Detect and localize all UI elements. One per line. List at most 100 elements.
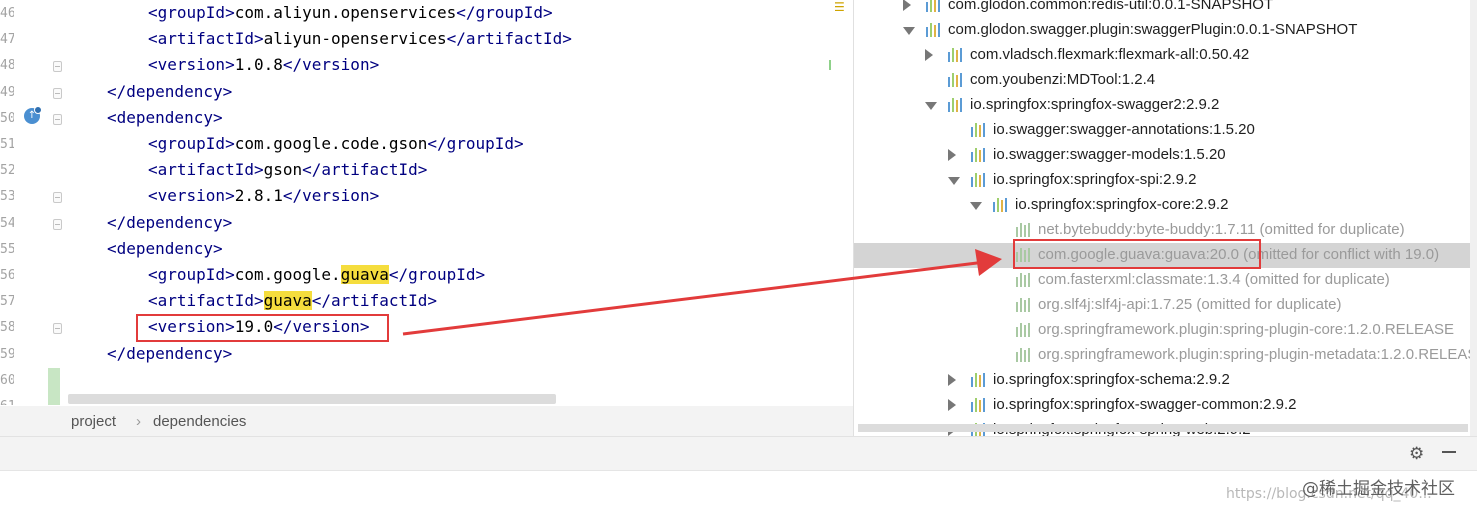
- library-icon: [1016, 323, 1032, 337]
- xml-text: com.google.code.gson: [234, 134, 428, 153]
- code-line[interactable]: <dependency>: [107, 238, 223, 260]
- minus-icon[interactable]: [1442, 451, 1456, 453]
- tree-row[interactable]: org.slf4j:slf4j-api:1.7.25 (omitted for …: [854, 293, 1477, 318]
- line-number: 57: [0, 294, 14, 310]
- dependency-tree[interactable]: com.glodon.common:redis-util:0.0.1-SNAPS…: [853, 0, 1477, 436]
- warning-marker-icon[interactable]: ☰: [834, 0, 848, 14]
- search-highlight: guava: [263, 291, 312, 311]
- code-line[interactable]: </dependency>: [107, 81, 232, 103]
- xml-tag: <groupId>: [148, 134, 235, 153]
- library-icon: [926, 0, 942, 12]
- chevron-right-icon[interactable]: [948, 399, 956, 411]
- xml-tag: </version>: [282, 186, 380, 206]
- line-number: 47: [0, 32, 14, 48]
- code-line[interactable]: <groupId>com.google.guava</groupId>: [148, 264, 485, 286]
- xml-text: 2.8.1: [234, 186, 283, 206]
- chevron-right-icon[interactable]: [925, 49, 933, 61]
- line-number: 51: [0, 137, 14, 152]
- breadcrumb-item-project[interactable]: project: [71, 413, 116, 430]
- tree-row[interactable]: io.springfox:springfox-swagger2:2.9.2: [854, 93, 1477, 118]
- chevron-down-icon[interactable]: [970, 202, 982, 210]
- tree-row-label: com.vladsch.flexmark:flexmark-all:0.50.4…: [970, 46, 1250, 63]
- tree-vertical-scrollbar[interactable]: [1470, 0, 1477, 436]
- tree-row-label: org.springframework.plugin:spring-plugin…: [1038, 346, 1477, 363]
- xml-tag: <dependency>: [107, 238, 223, 258]
- tree-row-label: io.springfox:springfox-core:2.9.2: [1015, 196, 1229, 213]
- xml-tag: <version>: [148, 186, 235, 206]
- library-icon: [926, 23, 942, 37]
- line-number: 50: [0, 110, 14, 126]
- code-line[interactable]: </dependency>: [107, 343, 232, 365]
- library-icon: [1016, 223, 1032, 237]
- library-icon: [1016, 298, 1032, 312]
- code-line[interactable]: <artifactId>gson</artifactId>: [148, 159, 427, 181]
- tree-row[interactable]: com.youbenzi:MDTool:1.2.4: [854, 68, 1477, 93]
- tree-row[interactable]: io.swagger:swagger-annotations:1.5.20: [854, 118, 1477, 143]
- editor-horizontal-scrollbar[interactable]: [68, 394, 556, 404]
- fold-marker-icon[interactable]: [53, 323, 62, 335]
- tree-row[interactable]: com.glodon.common:redis-util:0.0.1-SNAPS…: [854, 0, 1477, 18]
- xml-tag: </groupId>: [388, 265, 486, 284]
- line-number: 48: [0, 58, 14, 74]
- tree-row[interactable]: io.springfox:springfox-spi:2.9.2: [854, 168, 1477, 193]
- xml-tag: </version>: [282, 55, 380, 75]
- code-line[interactable]: <version>1.0.8</version>: [148, 54, 379, 76]
- fold-marker-icon[interactable]: [53, 61, 62, 73]
- watermark-brand: @稀土掘金技术社区: [1302, 479, 1455, 499]
- library-icon: [948, 73, 964, 87]
- code-line[interactable]: <artifactId>guava</artifactId>: [148, 290, 437, 312]
- xml-tag: </artifactId>: [311, 291, 437, 311]
- chevron-down-icon[interactable]: [903, 27, 915, 35]
- xml-text: gson: [263, 160, 303, 180]
- chevron-right-icon[interactable]: [903, 0, 911, 11]
- tree-row-label: io.swagger:swagger-models:1.5.20: [993, 146, 1226, 163]
- line-number: 59: [0, 346, 14, 362]
- xml-tag: <artifactId>: [148, 291, 264, 311]
- tree-row-label: com.glodon.swagger.plugin:swaggerPlugin:…: [948, 21, 1358, 38]
- code-line[interactable]: <version>2.8.1</version>: [148, 185, 379, 207]
- maven-override-icon[interactable]: ↑: [24, 106, 42, 124]
- library-icon: [948, 48, 964, 62]
- gear-icon[interactable]: ⚙: [1409, 444, 1424, 464]
- library-icon: [971, 148, 987, 162]
- fold-marker-icon[interactable]: [53, 113, 62, 125]
- fold-marker-icon[interactable]: [53, 192, 62, 204]
- tree-horizontal-scrollbar[interactable]: [858, 424, 1468, 432]
- code-editor[interactable]: 46 47 48 49 50 51 52 53 54 55 56 57 58 59 60 61 <groupI…: [0, 0, 853, 405]
- fold-marker-icon[interactable]: [53, 218, 62, 230]
- code-line[interactable]: <artifactId>aliyun-openservices</artifac…: [148, 28, 572, 50]
- line-number: 56: [0, 268, 14, 283]
- xml-text: aliyun-openservices: [263, 29, 447, 49]
- code-line[interactable]: <dependency>: [107, 107, 223, 129]
- tree-row[interactable]: com.fasterxml:classmate:1.3.4 (omitted f…: [854, 268, 1477, 293]
- tree-row[interactable]: org.springframework.plugin:spring-plugin…: [854, 318, 1477, 343]
- tree-row[interactable]: io.springfox:springfox-core:2.9.2: [854, 193, 1477, 218]
- chevron-right-icon[interactable]: [948, 374, 956, 386]
- tree-row[interactable]: com.glodon.swagger.plugin:swaggerPlugin:…: [854, 18, 1477, 43]
- tree-row[interactable]: com.vladsch.flexmark:flexmark-all:0.50.4…: [854, 43, 1477, 68]
- code-line[interactable]: <groupId>com.google.code.gson</groupId>: [148, 133, 524, 155]
- library-icon: [971, 123, 987, 137]
- tree-row-label: com.youbenzi:MDTool:1.2.4: [970, 71, 1156, 88]
- breadcrumb-item-dependencies[interactable]: dependencies: [153, 413, 246, 430]
- tree-row-label: io.swagger:swagger-annotations:1.5.20: [993, 121, 1255, 138]
- tree-row[interactable]: io.springfox:springfox-schema:2.9.2: [854, 368, 1477, 393]
- fold-marker-icon[interactable]: [53, 87, 62, 99]
- tree-row[interactable]: org.springframework.plugin:spring-plugin…: [854, 343, 1477, 368]
- xml-tag: <dependency>: [107, 107, 223, 127]
- chevron-right-icon[interactable]: [948, 149, 956, 161]
- xml-tag: </dependency>: [107, 343, 233, 363]
- chevron-down-icon[interactable]: [925, 102, 937, 110]
- xml-tag: <groupId>: [148, 265, 235, 284]
- xml-tag: </dependency>: [107, 212, 233, 232]
- tree-row[interactable]: io.springfox:springfox-swagger-common:2.…: [854, 393, 1477, 418]
- chevron-down-icon[interactable]: [948, 177, 960, 185]
- code-line[interactable]: </dependency>: [107, 212, 232, 234]
- tree-row[interactable]: io.swagger:swagger-models:1.5.20: [854, 143, 1477, 168]
- xml-text: com.aliyun.openservices: [234, 3, 457, 22]
- line-number: 58: [0, 320, 14, 336]
- search-highlight: guava: [340, 265, 389, 284]
- xml-tag: </artifactId>: [302, 160, 428, 180]
- breadcrumb-separator: ›: [136, 413, 141, 430]
- code-line[interactable]: <groupId>com.aliyun.openservices</groupI…: [148, 2, 553, 24]
